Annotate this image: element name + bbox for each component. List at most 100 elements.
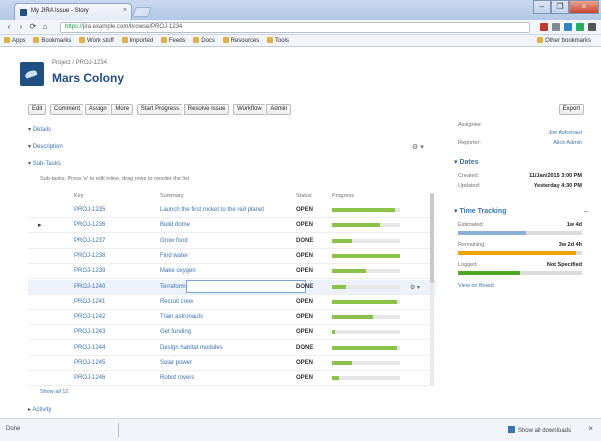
- assign-button[interactable]: Assign: [84, 104, 110, 115]
- inline-edit-field[interactable]: [186, 279, 306, 293]
- maximize-button[interactable]: ❐: [551, 0, 569, 14]
- bookmark-item[interactable]: Resources: [222, 37, 259, 44]
- activity-section-toggle[interactable]: Activity: [28, 406, 51, 413]
- edit-button[interactable]: Edit: [28, 104, 47, 115]
- table-row[interactable]: PROJ-1239 Make oxygen OPEN: [28, 264, 436, 280]
- show-all-subtasks-link[interactable]: Show all 12: [40, 389, 68, 395]
- subtask-status-badge[interactable]: OPEN: [296, 329, 313, 335]
- browser-tab[interactable]: My JIRA Issue - Story ×: [14, 3, 132, 20]
- subtask-key[interactable]: PROJ-1245: [74, 360, 105, 366]
- subtask-key[interactable]: PROJ-1244: [74, 345, 105, 351]
- new-tab-button[interactable]: [132, 7, 152, 17]
- bookmark-item[interactable]: Apps: [4, 37, 26, 44]
- extension-red-icon[interactable]: [540, 23, 548, 31]
- close-download-bar-icon[interactable]: ×: [588, 424, 593, 433]
- workflow-button[interactable]: Workflow: [233, 104, 265, 115]
- subtasks-section-toggle[interactable]: Sub-Tasks: [28, 160, 61, 167]
- table-row[interactable]: PROJ-1245 Solar power OPEN: [28, 356, 436, 371]
- bookmark-item[interactable]: Feeds: [160, 37, 186, 44]
- subtask-summary[interactable]: Grow food: [160, 238, 188, 244]
- subtask-key[interactable]: PROJ-1243: [74, 329, 105, 335]
- subtask-summary[interactable]: Recruit crew: [160, 299, 193, 305]
- subtask-key[interactable]: PROJ-1241: [74, 299, 105, 305]
- subtask-summary[interactable]: Build dome: [160, 222, 190, 228]
- project-avatar-icon[interactable]: [20, 62, 44, 86]
- table-row[interactable]: PROJ-1244 Design habitat modules DONE: [28, 341, 436, 356]
- table-row[interactable]: PROJ-1246 Robot rovers OPEN: [28, 371, 436, 387]
- assignee-value[interactable]: Joe Astronaut: [548, 130, 582, 136]
- subtask-status-badge[interactable]: DONE: [296, 284, 313, 290]
- extension-gray-icon[interactable]: [552, 23, 560, 31]
- details-section-toggle[interactable]: Details: [28, 126, 51, 133]
- admin-button[interactable]: Admin: [266, 104, 292, 115]
- subtask-summary[interactable]: Find water: [160, 253, 188, 259]
- start-progress-button[interactable]: Start Progress: [136, 104, 183, 115]
- bookmark-item[interactable]: Docs: [193, 37, 215, 44]
- time-tracking-section-toggle[interactable]: Time Tracking: [454, 207, 506, 215]
- collapse-panel-icon[interactable]: –: [584, 207, 588, 216]
- row-actions-icon[interactable]: ⚙ ▾: [410, 284, 420, 291]
- more-button[interactable]: More: [111, 104, 134, 115]
- show-downloads-link[interactable]: Show all downloads: [507, 426, 571, 434]
- subtask-status-badge[interactable]: DONE: [296, 345, 313, 351]
- reload-icon[interactable]: ⟳: [28, 22, 38, 32]
- bookmark-item[interactable]: Tools: [266, 37, 289, 44]
- back-arrow-icon[interactable]: ‹: [4, 22, 14, 32]
- subtask-summary[interactable]: Get funding: [160, 329, 191, 335]
- home-icon[interactable]: ⌂: [40, 22, 50, 32]
- table-row[interactable]: PROJ-1242 Train astronauts OPEN: [28, 310, 436, 326]
- export-button[interactable]: Export: [558, 104, 584, 115]
- subtask-status-badge[interactable]: OPEN: [296, 360, 313, 366]
- table-row[interactable]: PROJ-1235 Launch the first rocket to the …: [28, 203, 436, 218]
- subtask-key[interactable]: PROJ-1242: [74, 314, 105, 320]
- close-window-button[interactable]: ×: [569, 0, 599, 14]
- subtask-status-badge[interactable]: OPEN: [296, 299, 313, 305]
- address-bar[interactable]: https://jira.example.com/browse/PROJ-123…: [60, 22, 530, 33]
- subtask-key[interactable]: PROJ-1239: [74, 268, 105, 274]
- subtasks-scrollbar[interactable]: [430, 193, 434, 385]
- subtask-key[interactable]: PROJ-1240: [74, 284, 105, 290]
- subtask-key[interactable]: PROJ-1235: [74, 207, 105, 213]
- bookmark-item[interactable]: Imported: [121, 37, 153, 44]
- description-section-toggle[interactable]: Description: [28, 143, 63, 150]
- forward-arrow-icon[interactable]: ›: [16, 22, 26, 32]
- tab-close-icon[interactable]: ×: [123, 7, 127, 14]
- subtask-status-badge[interactable]: OPEN: [296, 375, 313, 381]
- subtask-status-badge[interactable]: OPEN: [296, 314, 313, 320]
- reporter-value[interactable]: Alice Admin: [553, 140, 582, 146]
- other-bookmarks[interactable]: Other bookmarks: [536, 37, 591, 44]
- extension-blue-icon[interactable]: [564, 23, 572, 31]
- resolve-issue-button[interactable]: Resolve Issue: [183, 104, 230, 115]
- subtask-key[interactable]: PROJ-1236: [74, 222, 105, 228]
- subtask-status-badge[interactable]: OPEN: [296, 207, 313, 213]
- breadcrumb[interactable]: Project / PROJ-1234: [52, 60, 107, 66]
- comment-button[interactable]: Comment: [50, 104, 84, 115]
- bookmark-item[interactable]: Work stuff: [79, 37, 114, 44]
- description-tools-icon[interactable]: ⚙ ▾: [412, 143, 424, 151]
- table-row[interactable]: PROJ-1243 Get funding OPEN: [28, 325, 436, 341]
- table-row[interactable]: PROJ-1241 Recruit crew OPEN: [28, 295, 436, 310]
- table-row[interactable]: PROJ-1238 Find water OPEN: [28, 249, 436, 264]
- table-row[interactable]: ▸ PROJ-1236 Build dome OPEN: [28, 218, 436, 234]
- table-row[interactable]: PROJ-1237 Grow food DONE: [28, 234, 436, 249]
- subtask-status-badge[interactable]: DONE: [296, 238, 313, 244]
- subtask-summary[interactable]: Launch the first rocket to the red plane…: [160, 207, 264, 213]
- subtask-summary[interactable]: Robot rovers: [160, 375, 194, 381]
- subtask-summary[interactable]: Design habitat modules: [160, 345, 223, 351]
- subtask-key[interactable]: PROJ-1237: [74, 238, 105, 244]
- menu-icon[interactable]: [588, 23, 596, 31]
- minimize-button[interactable]: –: [533, 0, 551, 14]
- subtask-status-badge[interactable]: OPEN: [296, 222, 313, 228]
- subtask-status-badge[interactable]: OPEN: [296, 253, 313, 259]
- dates-section-toggle[interactable]: Dates: [454, 158, 478, 166]
- view-on-board-link[interactable]: View on Board: [458, 283, 494, 289]
- subtask-summary[interactable]: Solar power: [160, 360, 192, 366]
- subtask-key[interactable]: PROJ-1246: [74, 375, 105, 381]
- scrollbar-thumb[interactable]: [430, 193, 434, 283]
- subtask-summary[interactable]: Terraform: [160, 284, 186, 290]
- subtask-status-badge[interactable]: OPEN: [296, 268, 313, 274]
- extension-green-icon[interactable]: [576, 23, 584, 31]
- subtask-key[interactable]: PROJ-1238: [74, 253, 105, 259]
- subtask-summary[interactable]: Train astronauts: [160, 314, 203, 320]
- bookmark-item[interactable]: Bookmarks: [33, 37, 71, 44]
